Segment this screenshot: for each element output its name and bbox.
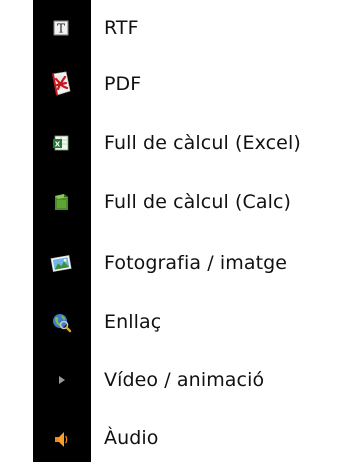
- rtf-document-icon: T: [46, 13, 76, 43]
- svg-text:T: T: [57, 22, 65, 36]
- file-type-item-image[interactable]: Fotografia / imatge: [0, 235, 354, 291]
- file-type-label: RTF: [104, 17, 139, 39]
- image-photo-icon: [46, 248, 76, 278]
- file-type-list: T RTF PDF X Full de càlcul (Excel) Full …: [0, 0, 354, 462]
- file-type-label: Enllaç: [104, 311, 162, 333]
- file-type-label: Vídeo / animació: [104, 369, 265, 391]
- calc-spreadsheet-icon: [46, 187, 76, 217]
- file-type-label: PDF: [104, 73, 142, 95]
- globe-link-icon: [46, 307, 76, 337]
- svg-text:X: X: [55, 140, 61, 148]
- file-type-item-rtf[interactable]: T RTF: [0, 0, 354, 56]
- file-type-item-pdf[interactable]: PDF: [0, 56, 354, 112]
- file-type-label: Àudio: [104, 427, 159, 449]
- file-type-label: Full de càlcul (Calc): [104, 191, 292, 213]
- excel-spreadsheet-icon: X: [46, 128, 76, 158]
- file-type-item-calc[interactable]: Full de càlcul (Calc): [0, 174, 354, 230]
- file-type-item-video[interactable]: Vídeo / animació: [0, 352, 354, 408]
- speaker-audio-icon: [46, 423, 76, 453]
- pdf-acrobat-icon: [46, 69, 76, 99]
- file-type-item-excel[interactable]: X Full de càlcul (Excel): [0, 115, 354, 171]
- file-type-item-audio[interactable]: Àudio: [0, 410, 354, 466]
- file-type-item-link[interactable]: Enllaç: [0, 294, 354, 350]
- file-type-label: Fotografia / imatge: [104, 252, 288, 274]
- play-video-icon: [46, 365, 76, 395]
- file-type-label: Full de càlcul (Excel): [104, 132, 301, 154]
